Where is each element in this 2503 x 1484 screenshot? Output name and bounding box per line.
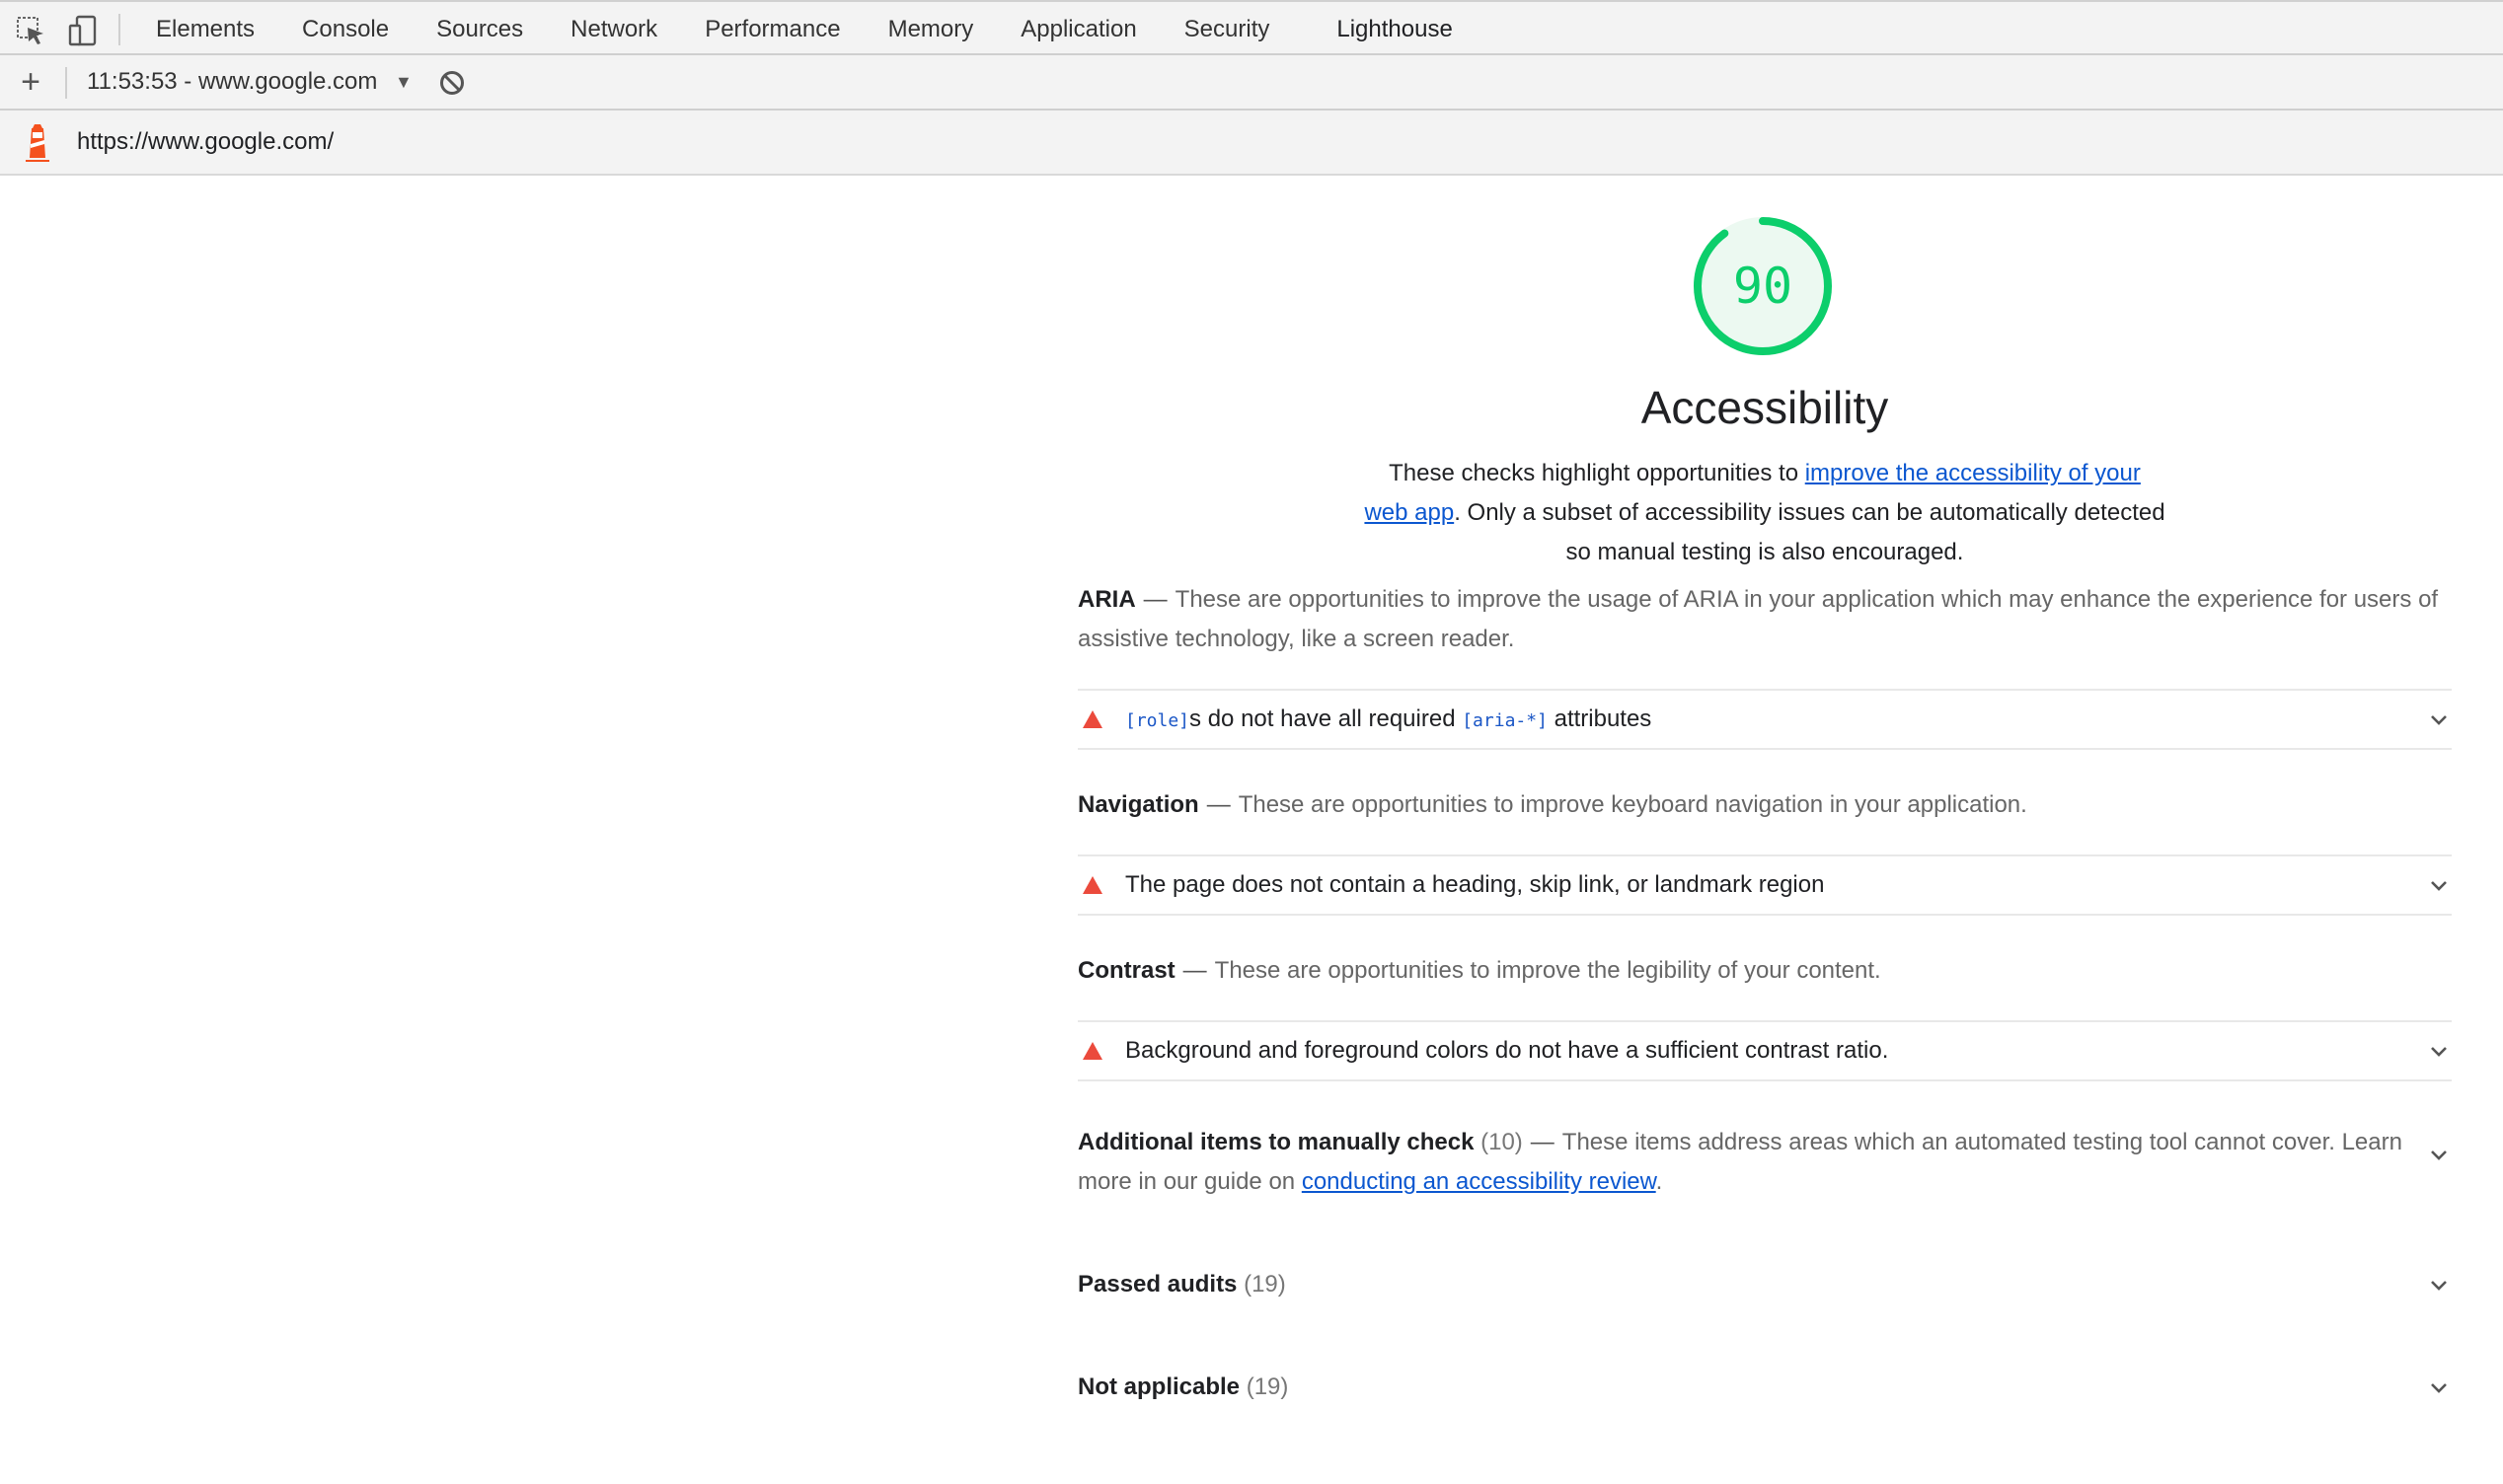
fail-triangle-icon <box>1083 1042 1102 1060</box>
group-title: Navigation <box>1078 791 1199 818</box>
tab-memory[interactable]: Memory <box>865 2 998 57</box>
chevron-down-icon[interactable] <box>2428 1144 2450 1165</box>
group-aria-header: ARIA — These are opportunities to improve … <box>1078 580 2452 659</box>
tab-application[interactable]: Application <box>997 2 1160 57</box>
tab-performance[interactable]: Performance <box>681 2 864 57</box>
triangle-down-icon[interactable]: ▼ <box>395 55 413 109</box>
audit-text: s do not have all required <box>1189 705 1463 732</box>
group-dash: — <box>1206 791 1231 818</box>
group-description: These are opportunities to improve the l… <box>1214 957 1881 984</box>
group-title: Not applicable <box>1078 1373 1241 1400</box>
audit-aria-required-attr[interactable]: [role]s do not have all required [aria-*… <box>1078 689 2452 750</box>
tab-security[interactable]: Security <box>1161 2 1294 57</box>
score-value: 90 <box>1732 258 1793 315</box>
group-description-end: . <box>1655 1168 1663 1195</box>
group-count: (19) <box>1244 1271 1286 1298</box>
plus-icon[interactable]: + <box>14 65 47 99</box>
audit-title: [role]s do not have all required [aria-*… <box>1125 691 1651 748</box>
audit-code: [role] <box>1125 710 1190 731</box>
group-count: (19) <box>1246 1373 1289 1400</box>
group-dash: — <box>1182 957 1207 984</box>
tab-elements[interactable]: Elements <box>132 2 278 57</box>
device-toolbar-icon[interactable] <box>67 14 101 47</box>
audit-color-contrast[interactable]: Background and foreground colors do not … <box>1078 1020 2452 1081</box>
audit-title: Background and foreground colors do not … <box>1125 1037 1889 1064</box>
accessibility-review-link[interactable]: conducting an accessibility review <box>1302 1168 1656 1195</box>
category-title: Accessibility <box>1640 382 1889 433</box>
fail-triangle-icon <box>1083 710 1102 728</box>
description-text: These checks highlight opportunities to <box>1389 460 1805 486</box>
group-navigation-header: Navigation — These are opportunities to im… <box>1078 785 2452 825</box>
group-title: Passed audits <box>1078 1271 1238 1298</box>
audit-text: attributes <box>1547 705 1652 732</box>
group-count: (10) <box>1480 1129 1523 1155</box>
chevron-down-icon[interactable] <box>2428 874 2450 896</box>
toolbar-separator <box>65 67 67 99</box>
devtools-tabs: Elements Console Sources Network Perform… <box>132 2 1478 59</box>
inspect-element-icon[interactable] <box>14 14 47 47</box>
chevron-down-icon[interactable] <box>2428 1274 2450 1296</box>
group-dash: — <box>1143 586 1168 613</box>
report-session-select[interactable]: 11:53:53 - www.google.com <box>87 55 377 109</box>
chevron-down-icon[interactable] <box>2428 708 2450 730</box>
tab-lighthouse[interactable]: Lighthouse <box>1313 2 1478 59</box>
fail-triangle-icon <box>1083 876 1102 894</box>
lighthouse-toolbar: + 11:53:53 - www.google.com ▼ <box>0 55 2503 111</box>
group-description: These are opportunities to improve keybo… <box>1238 791 2027 818</box>
not-applicable-group[interactable]: Not applicable (19) <box>1078 1368 2452 1407</box>
audit-code: [aria-*] <box>1462 710 1548 731</box>
group-title: ARIA <box>1078 586 1136 613</box>
score-gauge: 90 <box>1690 213 1836 359</box>
description-text-end: . Only a subset of accessibility issues … <box>1454 499 2165 565</box>
audit-bypass-blocks[interactable]: The page does not contain a heading, ski… <box>1078 854 2452 916</box>
category-description: These checks highlight opportunities to … <box>1364 454 2165 572</box>
passed-audits-group[interactable]: Passed audits (19) <box>1078 1265 2452 1304</box>
group-title: Contrast <box>1078 957 1176 984</box>
tab-bar-separator <box>118 14 120 45</box>
tab-sources[interactable]: Sources <box>413 2 547 57</box>
report-url-bar: https://www.google.com/ <box>0 111 2503 176</box>
lighthouse-logo-icon <box>22 124 53 162</box>
manual-checks-group[interactable]: Additional items to manually check (10) —… <box>1078 1123 2410 1202</box>
block-icon[interactable] <box>438 69 466 97</box>
group-dash: — <box>1530 1129 1555 1155</box>
devtools-tab-bar: Elements Console Sources Network Perform… <box>0 0 2503 59</box>
report-url: https://www.google.com/ <box>77 128 335 155</box>
tab-network[interactable]: Network <box>547 2 681 57</box>
audit-title: The page does not contain a heading, ski… <box>1125 871 1825 898</box>
tab-console[interactable]: Console <box>278 2 413 57</box>
group-title: Additional items to manually check <box>1078 1129 1475 1155</box>
chevron-down-icon[interactable] <box>2428 1376 2450 1398</box>
group-contrast-header: Contrast — These are opportunities to impr… <box>1078 951 2452 991</box>
group-description: These are opportunities to improve the u… <box>1078 586 2439 652</box>
chevron-down-icon[interactable] <box>2428 1040 2450 1062</box>
